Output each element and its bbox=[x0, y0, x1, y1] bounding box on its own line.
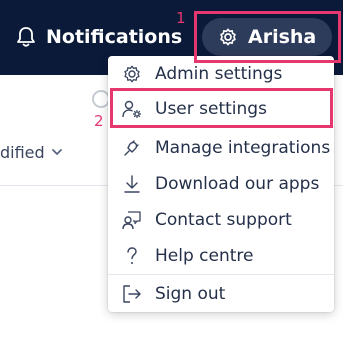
user-dropdown-menu: Admin settings User settings Manage inte… bbox=[108, 56, 334, 312]
sign-out-icon bbox=[123, 285, 141, 303]
bell-icon bbox=[17, 27, 35, 47]
menu-item-label: Help centre bbox=[155, 246, 254, 266]
menu-item-label: Contact support bbox=[155, 210, 292, 230]
user-name: Arisha bbox=[248, 26, 317, 48]
notifications-label: Notifications bbox=[46, 26, 183, 48]
chevron-down-icon bbox=[51, 149, 62, 155]
menu-item-admin-settings[interactable]: Admin settings bbox=[108, 56, 334, 92]
question-icon bbox=[127, 247, 137, 264]
menu-item-contact-support[interactable]: Contact support bbox=[108, 202, 334, 238]
step-number-2: 2 bbox=[94, 112, 104, 130]
notifications-button[interactable]: Notifications bbox=[16, 24, 182, 50]
user-menu-button[interactable]: Arisha bbox=[202, 18, 332, 56]
plug-icon bbox=[124, 140, 139, 156]
menu-item-label: Manage integrations bbox=[155, 138, 331, 158]
step-number-1: 1 bbox=[176, 9, 186, 27]
menu-item-manage-integrations[interactable]: Manage integrations bbox=[108, 130, 334, 166]
menu-item-sign-out[interactable]: Sign out bbox=[108, 276, 334, 312]
gear-icon bbox=[220, 28, 236, 46]
support-icon bbox=[122, 211, 141, 230]
menu-item-user-settings[interactable]: User settings bbox=[108, 91, 334, 127]
menu-item-label: Download our apps bbox=[155, 174, 320, 194]
menu-item-help-centre[interactable]: Help centre bbox=[108, 238, 334, 274]
menu-item-download-apps[interactable]: Download our apps bbox=[108, 166, 334, 202]
sort-dropdown[interactable]: dified bbox=[0, 141, 63, 163]
gear-icon bbox=[124, 65, 140, 83]
menu-item-label: Admin settings bbox=[155, 64, 283, 84]
user-settings-icon bbox=[122, 100, 141, 118]
menu-divider bbox=[108, 274, 334, 275]
download-icon bbox=[124, 175, 140, 193]
menu-item-label: User settings bbox=[155, 99, 267, 119]
sort-label: dified bbox=[0, 142, 45, 162]
menu-item-label: Sign out bbox=[155, 284, 226, 304]
